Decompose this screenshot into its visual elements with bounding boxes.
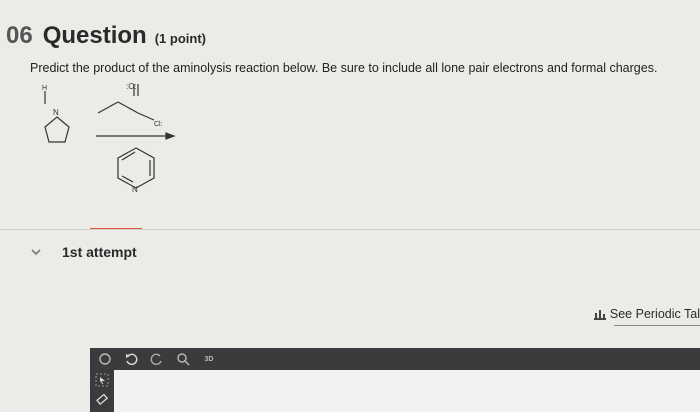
question-prompt: Predict the product of the aminolysis re… xyxy=(30,61,658,75)
attempt-label: 1st attempt xyxy=(62,244,137,260)
periodic-table-label: See Periodic Tal xyxy=(609,307,700,321)
select-icon xyxy=(95,373,109,387)
attempt-row[interactable]: 1st attempt xyxy=(30,244,137,260)
chevron-down-icon[interactable] xyxy=(30,246,42,258)
undo-icon xyxy=(126,353,138,366)
carbonyl-o-label: :O: xyxy=(126,82,137,91)
select-arrow-button[interactable] xyxy=(90,370,114,390)
redo-icon xyxy=(150,353,162,366)
drawing-toolbar: 3D xyxy=(90,348,700,370)
question-title: Question xyxy=(42,22,147,49)
lasso-icon xyxy=(99,353,111,365)
eraser-icon xyxy=(96,393,109,406)
zoom-icon xyxy=(177,353,190,366)
select-tool-button[interactable] xyxy=(96,350,114,368)
amine-h-label: H xyxy=(42,85,47,92)
pyridine-n-label: N xyxy=(132,185,138,194)
periodic-underline xyxy=(614,325,700,326)
undo-button[interactable] xyxy=(122,350,140,368)
question-header: 06 Question (1 point) xyxy=(0,22,206,50)
chloride-label: Cl: xyxy=(154,121,163,128)
3d-view-button[interactable]: 3D xyxy=(200,350,218,368)
amine-n-label: N xyxy=(53,108,59,117)
drawing-canvas[interactable] xyxy=(114,370,700,412)
side-toolbar xyxy=(90,370,114,412)
question-number: 06 xyxy=(6,22,33,49)
redo-button[interactable] xyxy=(148,350,166,368)
reaction-scheme: H N :O: Cl: N xyxy=(42,82,176,194)
3d-icon: 3D xyxy=(204,355,214,363)
pyridine-structure xyxy=(117,147,155,189)
bar-chart-icon xyxy=(593,309,606,320)
zoom-button[interactable] xyxy=(174,350,192,368)
section-divider xyxy=(0,229,700,230)
question-points: (1 point) xyxy=(154,31,206,46)
reaction-arrow xyxy=(96,132,176,140)
periodic-table-link[interactable]: See Periodic Tal xyxy=(593,307,700,321)
eraser-button[interactable] xyxy=(90,390,114,410)
